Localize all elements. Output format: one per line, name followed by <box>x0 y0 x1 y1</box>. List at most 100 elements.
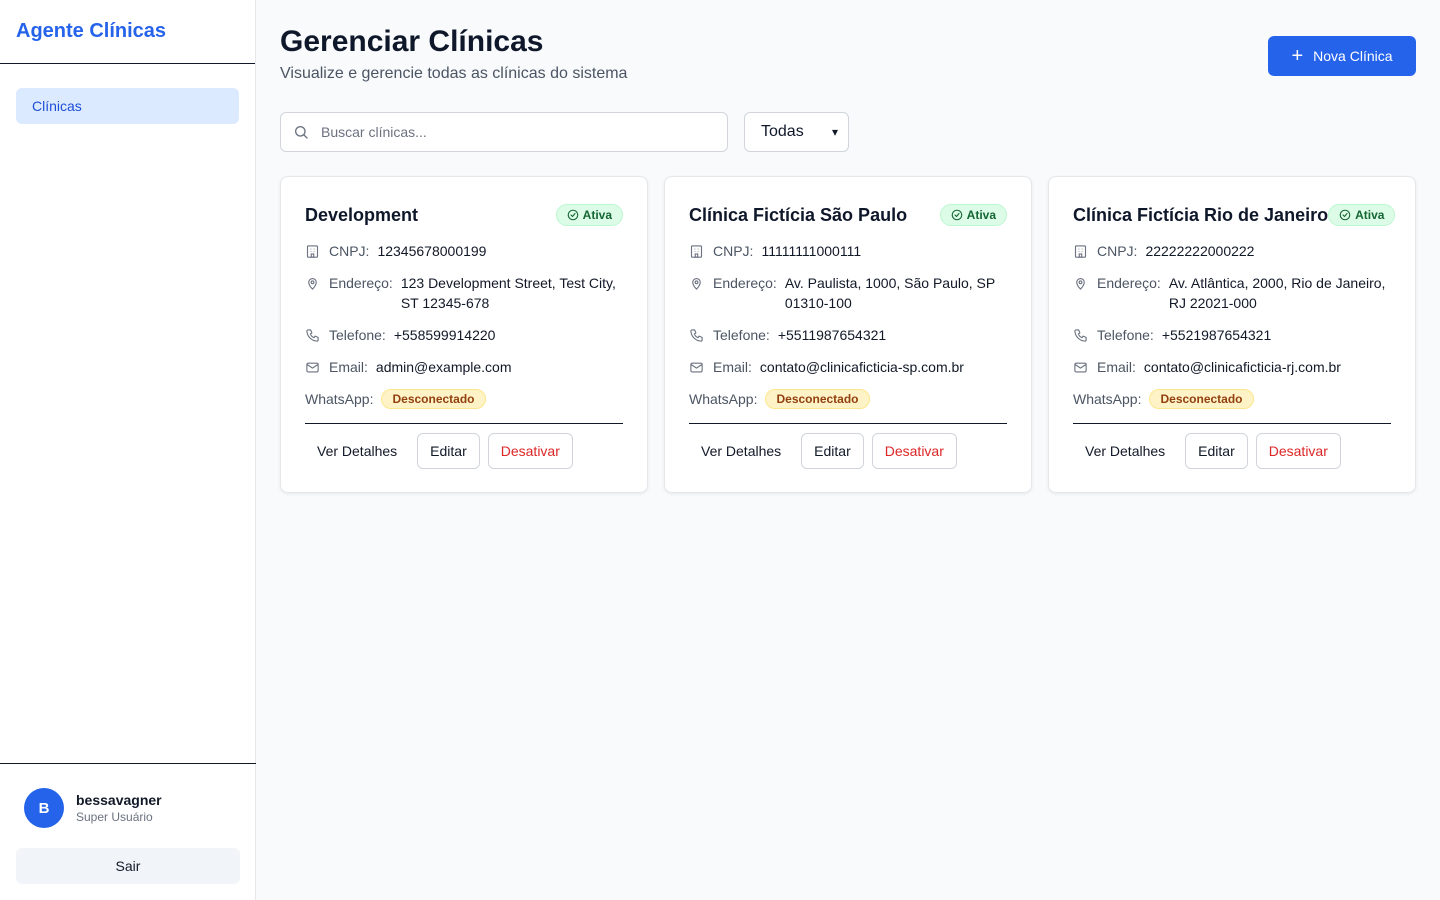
status-badge-label: Ativa <box>1355 208 1385 222</box>
status-badge: Ativa <box>1328 204 1396 226</box>
status-filter-select[interactable]: Todas ▾ <box>744 112 849 152</box>
search-input[interactable] <box>321 124 721 140</box>
status-filter-value: Todas <box>761 123 804 140</box>
check-circle-icon <box>567 209 578 221</box>
check-circle-icon <box>1339 209 1351 221</box>
whatsapp-row: WhatsApp: Desconectado <box>689 389 1007 409</box>
status-badge: Ativa <box>555 204 623 226</box>
whatsapp-label: WhatsApp: <box>1073 391 1142 407</box>
user-role: Super Usuário <box>76 810 153 824</box>
view-details-button[interactable]: Ver Detalhes <box>305 433 410 469</box>
page-title: Gerenciar Clínicas <box>280 25 544 58</box>
email-row: Email: admin@example.com <box>305 357 623 377</box>
sidebar-footer: B bessavagner Super Usuário Sair <box>0 763 256 900</box>
phone-icon <box>689 325 705 345</box>
address-row: Endereço: Av. Atlântica, 2000, Rio de Ja… <box>1073 273 1391 313</box>
card-actions: Ver Detalhes Editar Desativar <box>1073 433 1341 469</box>
whatsapp-row: WhatsApp: Desconectado <box>305 389 623 409</box>
email-value: admin@example.com <box>375 359 512 375</box>
user-name: bessavagner <box>76 792 162 808</box>
check-circle-icon <box>951 209 962 221</box>
email-label: Email: <box>713 359 752 375</box>
mail-icon <box>689 357 705 377</box>
phone-label: Telefone: <box>329 327 386 343</box>
cnpj-value: 22222222000222 <box>1145 243 1255 259</box>
edit-button[interactable]: Editar <box>801 433 864 469</box>
cnpj-row: CNPJ: 12345678000199 <box>305 241 623 261</box>
address-label: Endereço: <box>1097 275 1161 291</box>
sidebar-header: Agente Clínicas <box>0 0 255 64</box>
address-value: Av. Paulista, 1000, São Paulo, SP 01310-… <box>784 275 995 311</box>
clinic-name: Clínica Fictícia Rio de Janeiro <box>1073 204 1329 225</box>
card-actions: Ver Detalhes Editar Desativar <box>689 433 957 469</box>
sidebar-nav: Clínicas <box>0 64 255 148</box>
building-icon <box>305 241 321 261</box>
mail-icon <box>1073 357 1089 377</box>
deactivate-button[interactable]: Desativar <box>487 433 573 469</box>
deactivate-button[interactable]: Desativar <box>1255 433 1341 469</box>
status-badge: Ativa <box>939 204 1007 226</box>
sidebar-item-clinicas[interactable]: Clínicas <box>16 88 239 124</box>
user-info: bessavagner Super Usuário <box>76 792 162 824</box>
phone-row: Telefone: +5511987654321 <box>689 325 1007 345</box>
cnpj-value: 11111111000111 <box>761 243 862 259</box>
address-label: Endereço: <box>329 275 393 291</box>
clinic-card: Clínica Fictícia Rio de Janeiro Ativa CN… <box>1048 176 1416 493</box>
phone-value: +5511987654321 <box>777 327 887 343</box>
whatsapp-status-badge: Desconectado <box>381 389 486 409</box>
address-value: Av. Atlântica, 2000, Rio de Janeiro, RJ … <box>1168 275 1386 311</box>
whatsapp-status-badge: Desconectado <box>1149 389 1254 409</box>
clinic-card: Development Ativa CNPJ: 12345678000199 E… <box>280 176 648 493</box>
email-row: Email: contato@clinicaficticia-sp.com.br <box>689 357 1007 377</box>
phone-row: Telefone: +558599914220 <box>305 325 623 345</box>
app-brand[interactable]: Agente Clínicas <box>16 20 239 43</box>
phone-icon <box>1073 325 1089 345</box>
cnpj-row: CNPJ: 22222222000222 <box>1073 241 1391 261</box>
phone-value: +558599914220 <box>393 327 496 343</box>
whatsapp-label: WhatsApp: <box>689 391 758 407</box>
phone-label: Telefone: <box>1097 327 1154 343</box>
map-pin-icon <box>305 273 321 293</box>
cnpj-value: 12345678000199 <box>377 243 487 259</box>
card-divider <box>689 423 1007 424</box>
cnpj-label: CNPJ: <box>713 243 754 259</box>
new-clinic-button[interactable]: + Nova Clínica <box>1268 36 1416 76</box>
main-content: Gerenciar Clínicas Visualize e gerencie … <box>256 0 1440 900</box>
user-profile: B bessavagner Super Usuário <box>16 780 240 836</box>
email-row: Email: contato@clinicaficticia-rj.com.br <box>1073 357 1391 377</box>
cnpj-row: CNPJ: 11111111000111 <box>689 241 1007 261</box>
clinic-card: Clínica Fictícia São Paulo Ativa CNPJ: 1… <box>664 176 1032 493</box>
deactivate-button[interactable]: Desativar <box>871 433 957 469</box>
phone-value: +5521987654321 <box>1161 327 1272 343</box>
map-pin-icon <box>689 273 705 293</box>
edit-button[interactable]: Editar <box>417 433 480 469</box>
whatsapp-label: WhatsApp: <box>305 391 374 407</box>
building-icon <box>1073 241 1089 261</box>
logout-button[interactable]: Sair <box>16 848 240 884</box>
clinic-name: Clínica Fictícia São Paulo <box>689 204 908 225</box>
edit-button[interactable]: Editar <box>1185 433 1248 469</box>
map-pin-icon <box>1073 273 1089 293</box>
clinic-cards: Development Ativa CNPJ: 12345678000199 E… <box>280 176 1416 493</box>
whatsapp-row: WhatsApp: Desconectado <box>1073 389 1391 409</box>
search-icon <box>295 126 308 139</box>
card-divider <box>305 423 623 424</box>
clinic-name: Development <box>305 204 419 225</box>
view-details-button[interactable]: Ver Detalhes <box>689 433 794 469</box>
status-badge-label: Ativa <box>966 208 996 222</box>
sidebar: Agente Clínicas Clínicas B bessavagner S… <box>0 0 256 900</box>
email-value: contato@clinicaficticia-rj.com.br <box>1143 359 1341 375</box>
view-details-button[interactable]: Ver Detalhes <box>1073 433 1178 469</box>
new-clinic-label: Nova Clínica <box>1313 48 1393 64</box>
phone-row: Telefone: +5521987654321 <box>1073 325 1391 345</box>
card-divider <box>1073 423 1391 424</box>
search-box[interactable] <box>280 112 728 152</box>
avatar: B <box>24 788 64 828</box>
email-label: Email: <box>1097 359 1136 375</box>
whatsapp-status-badge: Desconectado <box>765 389 870 409</box>
page-subtitle: Visualize e gerencie todas as clínicas d… <box>280 65 628 82</box>
email-value: contato@clinicaficticia-sp.com.br <box>759 359 964 375</box>
cnpj-label: CNPJ: <box>329 243 370 259</box>
filters-bar: Todas ▾ <box>280 112 849 152</box>
chevron-down-icon: ▾ <box>831 125 838 139</box>
